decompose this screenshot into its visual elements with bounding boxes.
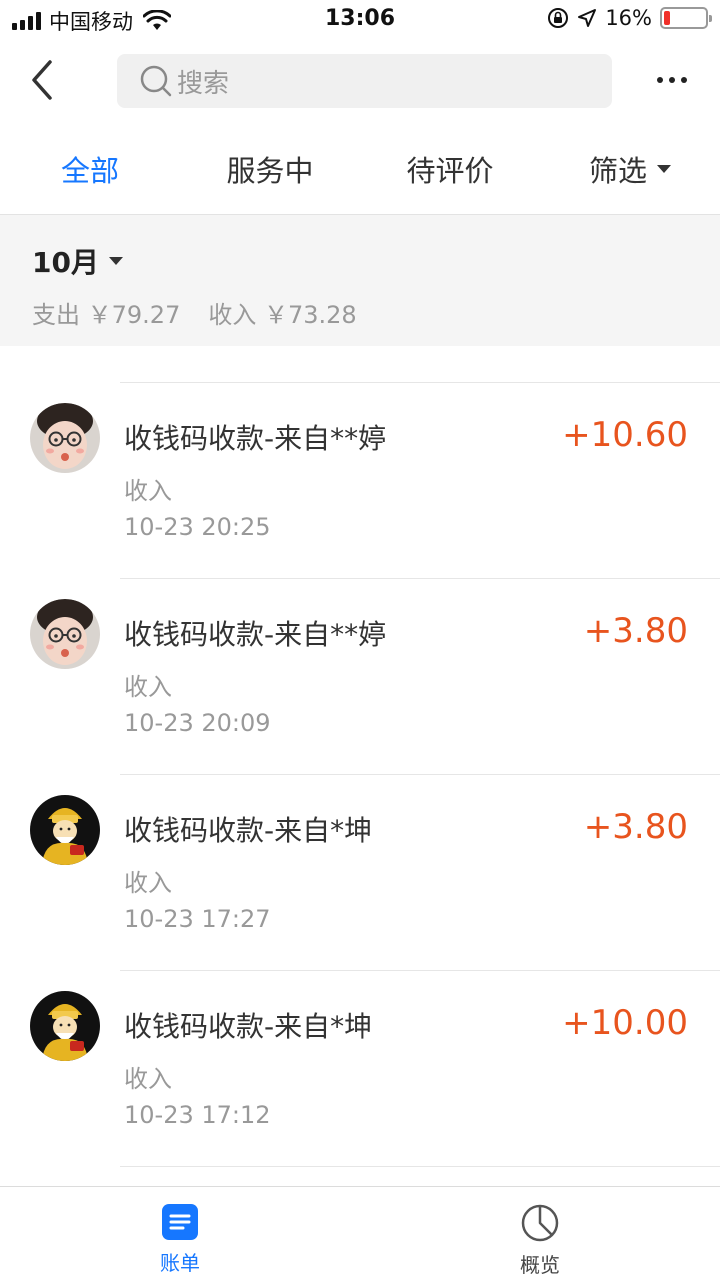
back-chevron-icon (32, 60, 52, 100)
filter-tabs: 全部 服务中 待评价 筛选 (0, 124, 720, 214)
tab-all[interactable]: 全部 (0, 124, 180, 214)
expense-total: 支出 ￥79.27 (32, 301, 181, 329)
search-icon (140, 65, 172, 97)
month-summary: 10月 支出 ￥79.27 收入 ￥73.28 (0, 214, 720, 346)
transaction-kind: 收入 (124, 1065, 172, 1093)
fortune-god-avatar-icon (30, 795, 100, 865)
month-selector[interactable]: 10月 (32, 241, 123, 281)
transaction-title: 收钱码收款-来自**婷 (124, 618, 387, 651)
tab-bill[interactable]: 账单 (0, 1187, 360, 1280)
transaction-amount: +3.80 (583, 807, 688, 847)
tab-bill-label: 账单 (160, 1251, 200, 1275)
transaction-time: 10-23 17:12 (124, 1101, 271, 1129)
transaction-list: 收钱码收款-来自**婷 收入 10-23 20:25 +10.60 收钱码收款-… (0, 382, 720, 1196)
nav-bar: 搜索 (0, 40, 720, 124)
transaction-time: 10-23 20:09 (124, 709, 271, 737)
transaction-time: 10-23 17:27 (124, 905, 271, 933)
status-right: 16% (547, 6, 712, 30)
location-arrow-icon (578, 9, 597, 27)
search-placeholder: 搜索 (177, 68, 230, 99)
tab-overview-label: 概览 (520, 1253, 560, 1277)
status-bar: 中国移动 13:06 16% (0, 0, 720, 40)
avatar (30, 403, 100, 473)
transaction-time: 10-23 20:25 (124, 513, 271, 541)
orientation-lock-icon (548, 8, 569, 28)
caret-down-icon (657, 165, 671, 173)
tab-filter[interactable]: 筛选 (540, 124, 720, 214)
more-icon (657, 77, 663, 83)
avatar (30, 599, 100, 669)
fortune-god-avatar-icon (30, 991, 100, 1061)
battery-percent: 16% (605, 6, 652, 30)
transaction-kind: 收入 (124, 477, 172, 505)
battery-level (664, 11, 671, 25)
month-stats: 支出 ￥79.27 收入 ￥73.28 (32, 295, 357, 330)
child-avatar-icon (30, 403, 100, 473)
pie-chart-icon (521, 1204, 559, 1242)
transaction-amount: +10.00 (562, 1003, 688, 1043)
transaction-amount: +10.60 (562, 415, 688, 455)
transaction-kind: 收入 (124, 869, 172, 897)
search-input[interactable]: 搜索 (117, 54, 612, 108)
tab-overview[interactable]: 概览 (360, 1187, 720, 1280)
transaction-title: 收钱码收款-来自**婷 (124, 422, 387, 455)
avatar (30, 795, 100, 865)
bill-icon (162, 1204, 198, 1240)
child-avatar-icon (30, 599, 100, 669)
list-item[interactable]: 收钱码收款-来自**婷 收入 10-23 20:09 +3.80 (30, 578, 720, 774)
transaction-title: 收钱码收款-来自*坤 (124, 1010, 373, 1043)
list-item[interactable]: 收钱码收款-来自*坤 收入 10-23 17:27 +3.80 (30, 774, 720, 970)
transaction-kind: 收入 (124, 673, 172, 701)
transaction-title: 收钱码收款-来自*坤 (124, 814, 373, 847)
transaction-amount: +3.80 (583, 611, 688, 651)
caret-down-icon (108, 257, 123, 265)
tab-in-service[interactable]: 服务中 (180, 124, 360, 214)
more-button[interactable] (644, 60, 700, 100)
tab-pending-review[interactable]: 待评价 (360, 124, 540, 214)
avatar (30, 991, 100, 1061)
bottom-tab-bar: 账单 概览 (0, 1186, 720, 1280)
back-button[interactable] (20, 56, 68, 104)
list-item[interactable]: 收钱码收款-来自*坤 收入 10-23 17:12 +10.00 (30, 970, 720, 1166)
battery-icon (660, 7, 712, 29)
income-total: 收入 ￥73.28 (208, 301, 357, 329)
list-item[interactable]: 收钱码收款-来自**婷 收入 10-23 20:25 +10.60 (30, 382, 720, 578)
